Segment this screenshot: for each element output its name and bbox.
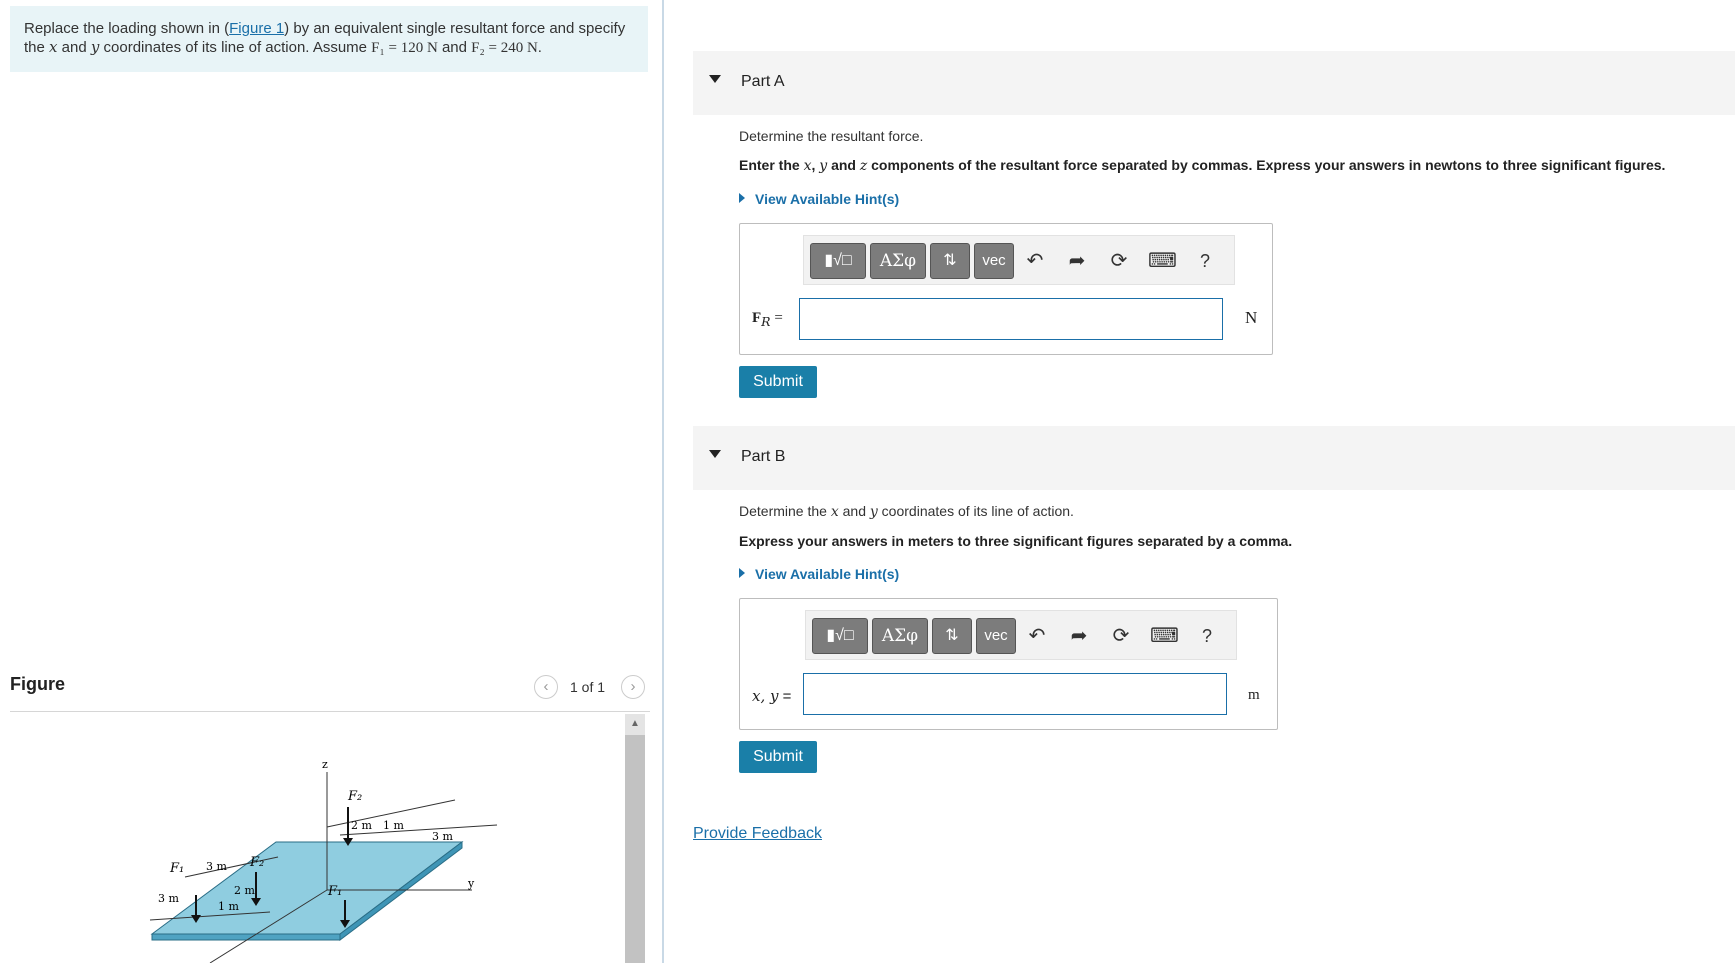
figure-header: Figure ‹ 1 of 1 › (10, 665, 650, 712)
part-a-question: Determine the resultant force. (739, 128, 924, 144)
help-button[interactable]: ? (1192, 248, 1218, 274)
keyboard-icon[interactable]: ⌨ (1150, 623, 1179, 649)
undo-icon[interactable]: ↶ (1024, 623, 1050, 649)
provide-feedback-link[interactable]: Provide Feedback (693, 825, 822, 843)
fig-label-3m-left: 3 m (206, 860, 227, 873)
unit-newtons: N (1245, 308, 1258, 327)
fig-label-3m-top: 3 m (432, 830, 453, 843)
fig-label-3m-edge: 3 m (158, 892, 179, 905)
fig-label-1m-bot: 1 m (218, 900, 239, 913)
figure-image: z y F₂ F₂ F₁ F₁ 2 m 1 m 3 m 3 m 3 m 2 m … (10, 712, 650, 963)
plate-top (150, 841, 464, 935)
xy-label: x, y = (752, 687, 792, 705)
templates-button[interactable]: ▮√□ (810, 243, 866, 279)
problem-statement: Replace the loading shown in (Figure 1) … (10, 6, 648, 72)
scroll-up-icon[interactable]: ▲ (625, 714, 645, 734)
part-a-header[interactable]: Part A (693, 51, 1735, 115)
part-b-header[interactable]: Part B (693, 426, 1735, 490)
greek-symbols-button[interactable]: ΑΣφ (872, 618, 928, 654)
vector-button[interactable]: vec (976, 618, 1016, 654)
pane-divider[interactable] (662, 0, 664, 963)
collapse-triangle-icon[interactable] (709, 450, 721, 458)
reset-icon[interactable]: ⟳ (1108, 623, 1134, 649)
resultant-force-input[interactable] (799, 298, 1223, 340)
part-a-hint-toggle[interactable]: View Available Hint(s) (739, 191, 899, 207)
fr-label: FR = (752, 310, 783, 329)
chevron-right-icon[interactable]: › (621, 675, 645, 699)
plate-edge (151, 933, 341, 941)
reset-icon[interactable]: ⟳ (1106, 248, 1132, 274)
fig-label-z: z (322, 758, 328, 771)
fig-label-f2-top: F₂ (347, 789, 362, 804)
help-button[interactable]: ? (1194, 623, 1220, 649)
figure-pager: 1 of 1 (570, 679, 606, 695)
part-b-answer-box: ▮√□ ΑΣφ ⇅ vec ↶ ➦ ⟳ ⌨ ? x, y = m (739, 598, 1278, 730)
unit-meters: m (1248, 687, 1260, 703)
plate-diagram: z y F₂ F₂ F₁ F₁ 2 m 1 m 3 m 3 m 3 m 2 m … (149, 758, 498, 963)
figure-scrollbar-thumb[interactable] (625, 735, 645, 963)
vector-button[interactable]: vec (974, 243, 1014, 279)
math-toolbar: ▮√□ ΑΣφ ⇅ vec ↶ ➦ ⟳ ⌨ ? (803, 235, 1235, 285)
templates-button[interactable]: ▮√□ (812, 618, 868, 654)
part-a-answer-box: ▮√□ ΑΣφ ⇅ vec ↶ ➦ ⟳ ⌨ ? FR = N (739, 223, 1273, 355)
fig-label-2m-top: 2 m (351, 819, 372, 832)
subscript-superscript-button[interactable]: ⇅ (930, 243, 970, 279)
keyboard-icon[interactable]: ⌨ (1148, 248, 1177, 274)
part-b-instructions: Express your answers in meters to three … (739, 533, 1293, 549)
part-b-hint-toggle[interactable]: View Available Hint(s) (739, 566, 899, 582)
part-b-title: Part B (741, 448, 786, 465)
fig-label-f1-right: F₁ (327, 884, 342, 899)
part-a-instructions: Enter the x, y and z components of the r… (739, 157, 1666, 174)
part-b-question: Determine the x and y coordinates of its… (739, 503, 1074, 520)
math-toolbar: ▮√□ ΑΣφ ⇅ vec ↶ ➦ ⟳ ⌨ ? (805, 610, 1237, 660)
undo-icon[interactable]: ↶ (1022, 248, 1048, 274)
caret-right-icon (739, 193, 745, 203)
part-b-submit-button[interactable]: Submit (739, 741, 817, 773)
caret-right-icon (739, 568, 745, 578)
fig-label-f2-mid: F₂ (249, 855, 264, 870)
fig-label-1m-top: 1 m (383, 819, 404, 832)
redo-icon[interactable]: ➦ (1064, 248, 1090, 274)
greek-symbols-button[interactable]: ΑΣφ (870, 243, 926, 279)
problem-pane: Replace the loading shown in (Figure 1) … (0, 0, 663, 963)
collapse-triangle-icon[interactable] (709, 75, 721, 83)
fig-label-2m-mid: 2 m (234, 884, 255, 897)
part-a-submit-button[interactable]: Submit (739, 366, 817, 398)
coordinates-input[interactable] (803, 673, 1227, 715)
f1-value: F₁ = 120 N (371, 40, 438, 56)
redo-icon[interactable]: ➦ (1066, 623, 1092, 649)
fig-label-f1-left: F₁ (169, 861, 184, 876)
f2-value: F₂ = 240 N (471, 40, 538, 56)
subscript-superscript-button[interactable]: ⇅ (932, 618, 972, 654)
part-a-title: Part A (741, 73, 785, 90)
chevron-left-icon[interactable]: ‹ (534, 675, 558, 699)
figure-link[interactable]: Figure 1 (229, 20, 284, 37)
fig-label-y: y (467, 877, 475, 890)
figure-title: Figure (10, 674, 66, 694)
